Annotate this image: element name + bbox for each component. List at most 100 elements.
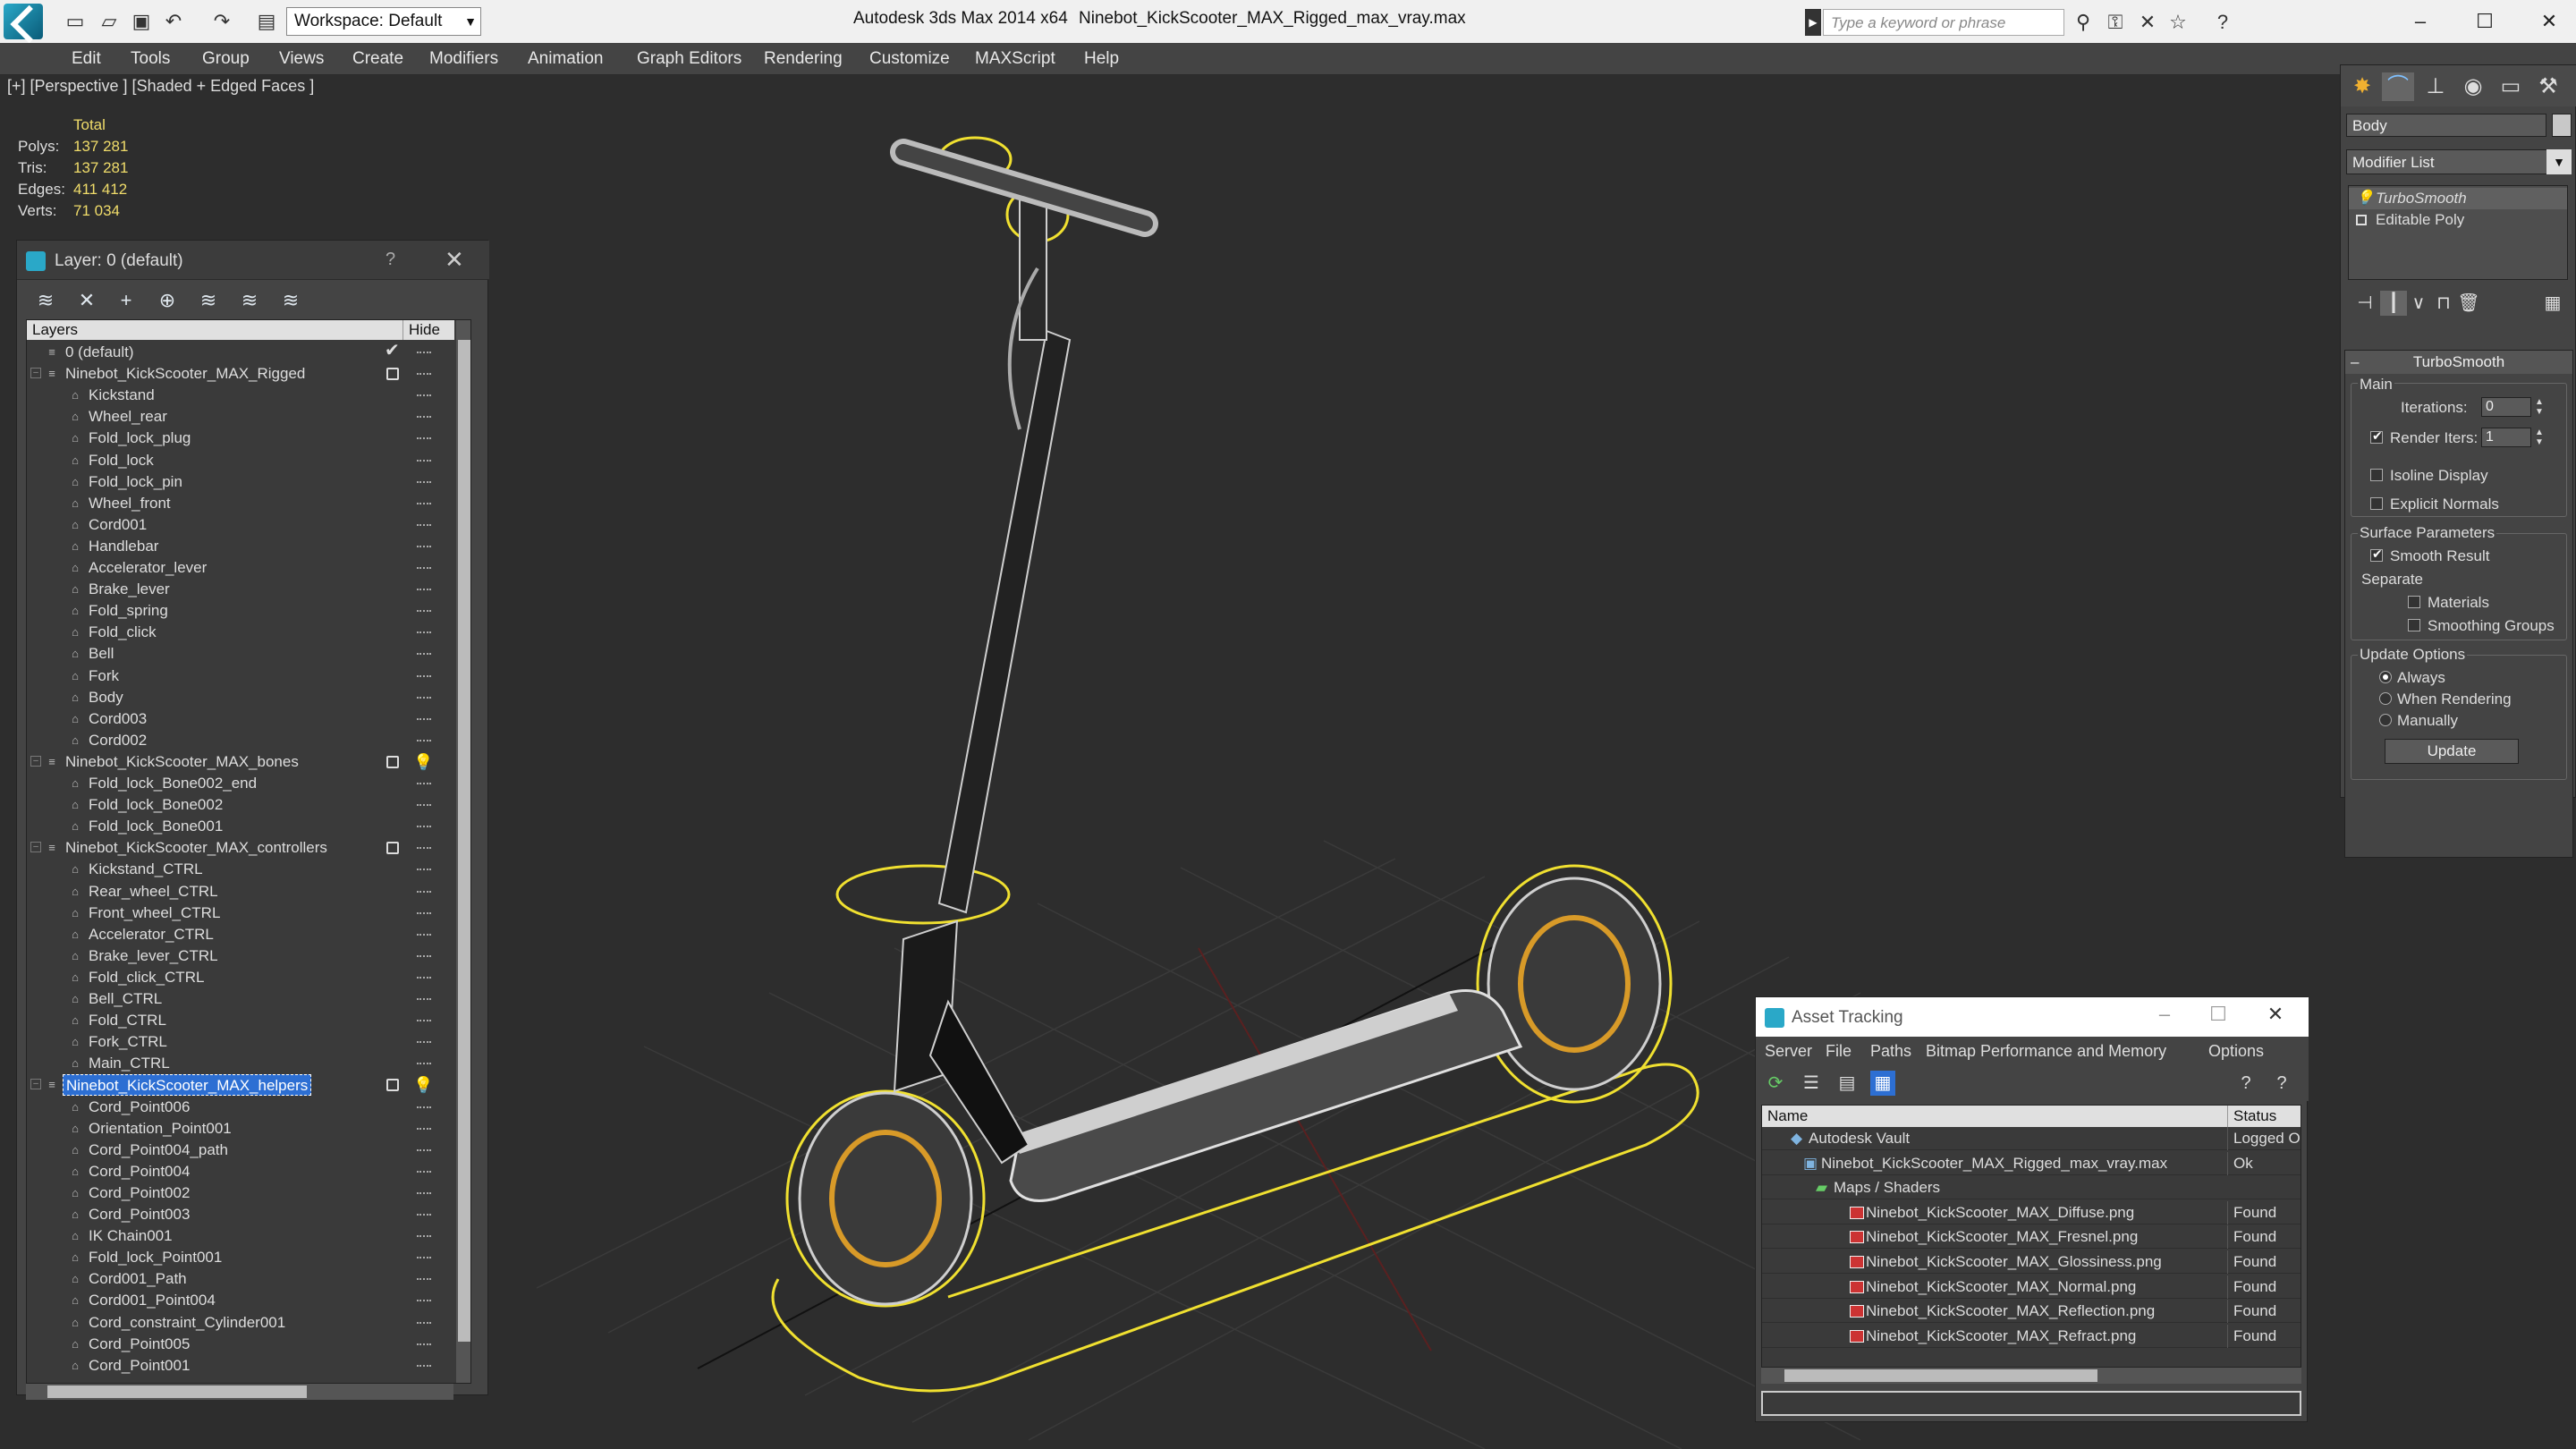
lightbulb-icon[interactable]: 💡: [2356, 188, 2374, 209]
menu-tools[interactable]: Tools: [131, 43, 170, 75]
collapse-toggle-icon[interactable]: –: [30, 842, 41, 853]
select-objects-icon[interactable]: ⊕: [153, 287, 182, 314]
menu-modifiers[interactable]: Modifiers: [429, 43, 498, 75]
column-hide[interactable]: Hide: [402, 320, 442, 340]
asset-row[interactable]: ◆ Autodesk Vault Logged Out: [1762, 1127, 2301, 1150]
refresh-icon[interactable]: ⟳: [1763, 1071, 1788, 1096]
freeze-toggle[interactable]: [417, 869, 431, 871]
collapse-toggle-icon[interactable]: –: [30, 368, 41, 379]
add-to-layer-icon[interactable]: +: [112, 287, 140, 314]
current-layer-check-icon[interactable]: ✔: [385, 340, 400, 361]
freeze-toggle[interactable]: [417, 1364, 431, 1367]
object-row[interactable]: ⌂ Fold_CTRL: [27, 1010, 454, 1031]
freeze-toggle[interactable]: [417, 631, 431, 634]
new-file-icon[interactable]: ▭: [63, 9, 88, 34]
object-row[interactable]: ⌂ Fold_click_CTRL: [27, 967, 454, 988]
freeze-toggle[interactable]: [417, 998, 431, 1000]
create-tab-icon[interactable]: ✸: [2346, 72, 2378, 101]
asset-table-hscrollbar[interactable]: [1761, 1368, 2301, 1384]
menu-customize[interactable]: Customize: [869, 43, 950, 75]
close-icon[interactable]: ✕: [445, 246, 464, 274]
object-row[interactable]: ⌂ Cord003: [27, 708, 454, 730]
freeze-toggle[interactable]: [417, 933, 431, 936]
menu-maxscript[interactable]: MAXScript: [975, 43, 1055, 75]
object-row[interactable]: ⌂ Rear_wheel_CTRL: [27, 881, 454, 902]
freeze-toggle[interactable]: [417, 1020, 431, 1022]
object-row[interactable]: ⌂ Bell_CTRL: [27, 988, 454, 1010]
freeze-toggle[interactable]: [417, 545, 431, 547]
menu-views[interactable]: Views: [279, 43, 324, 75]
pin-stack-icon[interactable]: ⊣: [2351, 291, 2378, 316]
freeze-toggle[interactable]: [417, 653, 431, 656]
freeze-toggle[interactable]: [417, 1343, 431, 1345]
layer-row[interactable]: – ≡ Ninebot_KickScooter_MAX_bones 💡: [27, 751, 454, 773]
configure-sets-icon[interactable]: ▦: [2539, 291, 2566, 316]
menu-file[interactable]: File: [1826, 1042, 1852, 1061]
freeze-toggle[interactable]: [417, 1170, 431, 1173]
object-row[interactable]: ⌂ Cord_constraint_Cylinder001: [27, 1312, 454, 1334]
freeze-toggle[interactable]: [417, 1148, 431, 1151]
menu-paths[interactable]: Paths: [1870, 1042, 1911, 1061]
freeze-toggle[interactable]: [417, 890, 431, 893]
menu-rendering[interactable]: Rendering: [764, 43, 843, 75]
remove-modifier-icon[interactable]: ⊓: [2430, 291, 2457, 316]
freeze-toggle[interactable]: [417, 352, 431, 353]
search-input[interactable]: Type a keyword or phrase: [1823, 9, 2064, 36]
freeze-toggle[interactable]: [417, 976, 431, 979]
asset-row[interactable]: Ninebot_KickScooter_MAX_Diffuse.png Found: [1762, 1200, 2301, 1224]
object-row[interactable]: ⌂ Brake_lever: [27, 579, 454, 600]
asset-row[interactable]: ▰ Maps / Shaders: [1762, 1176, 2301, 1200]
freeze-toggle[interactable]: [417, 954, 431, 957]
object-row[interactable]: ⌂ Cord001_Point004: [27, 1290, 454, 1311]
object-row[interactable]: ⌂ Cord001: [27, 514, 454, 536]
viewport-label[interactable]: [+] [Perspective ] [Shaded + Edged Faces…: [7, 77, 314, 96]
object-row[interactable]: ⌂ Cord_Point006: [27, 1097, 454, 1118]
display-tab-icon[interactable]: ▭: [2495, 72, 2527, 101]
highlight-layer-icon[interactable]: ≋: [194, 287, 223, 314]
freeze-toggle[interactable]: [417, 373, 431, 376]
collapse-toggle-icon[interactable]: –: [30, 755, 41, 767]
object-row[interactable]: ⌂ Fold_lock_Bone001: [27, 816, 454, 837]
undo-icon[interactable]: ↶: [161, 9, 186, 34]
binoculars-icon[interactable]: ⚲: [2070, 9, 2097, 36]
hide-toggle[interactable]: [386, 368, 399, 381]
detail-view-icon[interactable]: ▤: [1835, 1071, 1860, 1096]
object-row[interactable]: ⌂ Fold_lock_Bone002_end: [27, 773, 454, 794]
freeze-toggle[interactable]: [417, 847, 431, 850]
update-manually-radio[interactable]: [2379, 714, 2392, 726]
object-row[interactable]: ⌂ Wheel_front: [27, 493, 454, 514]
object-color-swatch[interactable]: [2552, 114, 2572, 137]
favorites-star-icon[interactable]: ☆: [2165, 9, 2191, 36]
redo-icon[interactable]: ↷: [209, 9, 234, 34]
freeze-toggle[interactable]: [417, 567, 431, 569]
rollout-header[interactable]: – TurboSmooth: [2345, 351, 2572, 374]
asset-row[interactable]: Ninebot_KickScooter_MAX_Normal.png Found: [1762, 1275, 2301, 1299]
collapse-toggle-icon[interactable]: –: [30, 1079, 41, 1090]
explicit-normals-checkbox[interactable]: [2370, 497, 2383, 510]
close-icon[interactable]: ✕: [2522, 4, 2576, 39]
search-expand-icon[interactable]: ▶: [1805, 9, 1821, 36]
stack-item-editable-poly[interactable]: Editable Poly: [2349, 209, 2567, 231]
menu-group[interactable]: Group: [202, 43, 250, 75]
freeze-toggle[interactable]: [417, 1321, 431, 1324]
freeze-toggle[interactable]: [417, 1191, 431, 1194]
freeze-toggle[interactable]: [417, 416, 431, 419]
lightbulb-icon[interactable]: 💡: [413, 1074, 433, 1096]
object-row[interactable]: ⌂ Cord_Point003: [27, 1204, 454, 1225]
open-file-icon[interactable]: ▱: [97, 9, 122, 34]
chevron-down-icon[interactable]: ▼: [2546, 149, 2572, 174]
object-row[interactable]: ⌂ Wheel_rear: [27, 406, 454, 428]
chevron-down-icon[interactable]: ▼: [460, 7, 481, 36]
object-row[interactable]: ⌂ Fork: [27, 665, 454, 687]
object-row[interactable]: ⌂ Handlebar: [27, 536, 454, 557]
scroll-thumb[interactable]: [47, 1385, 307, 1398]
freeze-toggle[interactable]: [417, 1300, 431, 1302]
app-logo-icon[interactable]: [4, 4, 43, 39]
menu-animation[interactable]: Animation: [528, 43, 604, 75]
object-row[interactable]: ⌂ Fold_lock_pin: [27, 471, 454, 493]
freeze-toggle[interactable]: [417, 804, 431, 807]
layer-list-vscrollbar[interactable]: [456, 320, 470, 1383]
object-row[interactable]: ⌂ Bell: [27, 643, 454, 665]
object-row[interactable]: ⌂ Fold_lock_Bone002: [27, 794, 454, 816]
object-row[interactable]: ⌂ Kickstand: [27, 385, 454, 406]
